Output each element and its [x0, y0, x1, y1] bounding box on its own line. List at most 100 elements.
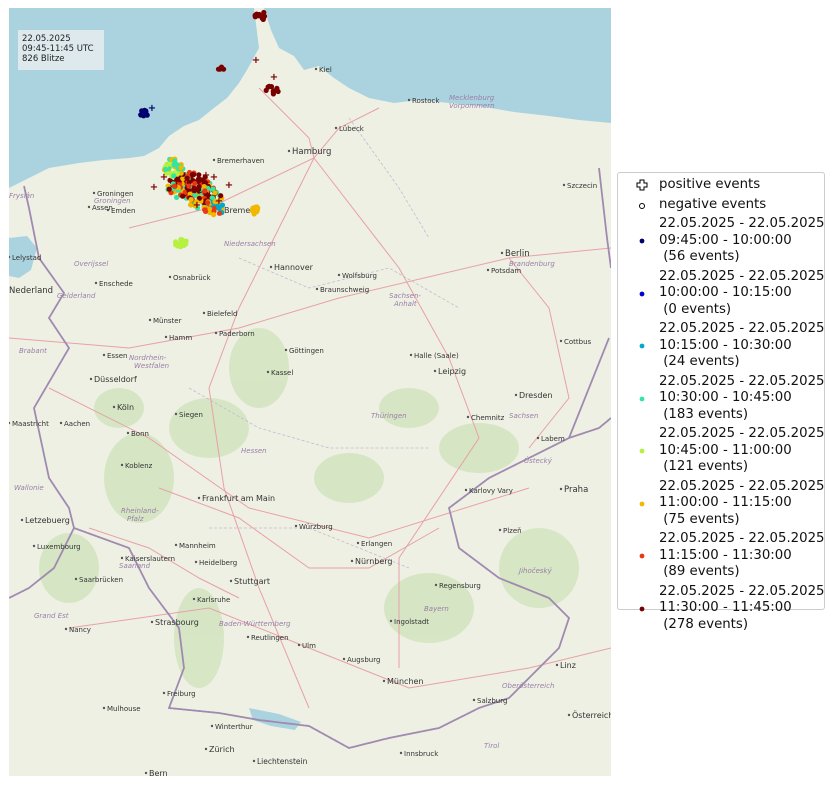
city-dot	[120, 463, 124, 467]
city-label: Linz	[560, 661, 576, 670]
plus-marker-icon	[636, 179, 648, 191]
city-dot	[559, 339, 563, 343]
legend: positive events negative events 22.05.20…	[617, 172, 825, 632]
legend-interval-time: 10:15:00 - 10:30:00	[659, 337, 792, 353]
city-label: Enschede	[99, 280, 133, 288]
lightning-strike	[216, 210, 223, 216]
legend-interval-events: (24 events)	[659, 354, 740, 369]
city-dot	[59, 421, 63, 425]
lightning-strike	[178, 237, 184, 243]
lightning-strike	[260, 16, 266, 22]
city-dot	[112, 405, 116, 409]
svg-text:Sachsen: Sachsen	[509, 412, 538, 420]
city-label: Maastricht	[12, 420, 49, 428]
city-label: Luxembourg	[37, 543, 81, 551]
city-dot	[162, 691, 166, 695]
city-label: Nürnberg	[355, 557, 393, 566]
svg-text:Sachsen-: Sachsen-	[389, 292, 421, 300]
svg-text:Vorpommern: Vorpommern	[449, 102, 495, 110]
city-dot	[204, 747, 208, 751]
city-dot	[350, 559, 354, 563]
legend-interval-time: 09:45:00 - 10:00:00	[659, 232, 792, 248]
city-dot	[148, 318, 152, 322]
city-label: Würzburg	[299, 523, 333, 531]
city-dot	[174, 543, 178, 547]
city-dot	[192, 597, 196, 601]
legend-interval-range: 22.05.2025 - 22.05.2025	[659, 583, 825, 599]
city-dot	[246, 635, 250, 639]
city-label: Chemnitz	[471, 414, 505, 422]
svg-text:Oberösterreich: Oberösterreich	[502, 682, 554, 690]
svg-text:Baden-Württemberg: Baden-Württemberg	[219, 620, 291, 628]
legend-positive-label: positive events	[659, 177, 761, 192]
city-label: Köln	[117, 403, 134, 412]
svg-text:Saarland: Saarland	[119, 562, 151, 570]
legend-interval-events: (89 events)	[659, 564, 740, 579]
legend-positive: positive events	[624, 177, 818, 194]
city-dot	[269, 265, 273, 269]
city-label: Osnabrück	[173, 274, 211, 282]
city-dot	[74, 577, 78, 581]
city-label: Nederland	[9, 286, 53, 296]
city-dot	[486, 268, 490, 272]
city-label: Innsbruck	[404, 750, 439, 758]
city-label: Bern	[149, 769, 168, 776]
city-dot	[337, 273, 341, 277]
lightning-strike	[202, 188, 208, 194]
info-time-range: 09:45-11:45 UTC	[22, 44, 94, 54]
city-dot	[87, 205, 91, 209]
city-label: Mannheim	[179, 542, 216, 550]
city-label: Nancy	[69, 626, 91, 634]
city-dot	[464, 488, 468, 492]
lightning-strike	[174, 194, 180, 200]
city-label: Bremerhaven	[217, 157, 264, 165]
city-dot	[229, 579, 233, 583]
city-label: Kiel	[319, 66, 332, 74]
city-dot	[334, 126, 338, 130]
city-dot	[92, 191, 96, 195]
legend-interval-1: 22.05.2025 - 22.05.2025 09:45:00 - 10:00:…	[624, 216, 825, 266]
city-label: Halle (Saale)	[414, 352, 459, 360]
city-dot	[562, 183, 566, 187]
city-dot	[472, 698, 476, 702]
lightning-strike	[202, 207, 208, 213]
city-label: Stuttgart	[234, 577, 270, 586]
city-label: Ulm	[302, 642, 316, 650]
city-label: Kaiserslautern	[125, 555, 175, 563]
positive-strike-marker: +	[202, 170, 210, 181]
legend-interval-time: 10:30:00 - 10:45:00	[659, 390, 792, 405]
city-dot	[389, 619, 393, 623]
city-dot	[409, 353, 413, 357]
lightning-strike	[211, 212, 217, 218]
lightning-strike	[189, 172, 195, 178]
svg-text:Brabant: Brabant	[19, 347, 47, 355]
legend-interval-events: (278 events)	[659, 616, 749, 632]
city-dot	[434, 583, 438, 587]
map-panel[interactable]: Mecklenburg Vorpommern Niedersachsen Sac…	[9, 8, 611, 776]
info-box: 22.05.2025 09:45-11:45 UTC 826 Blitze	[18, 30, 104, 70]
city-dot	[567, 713, 571, 717]
lightning-strike	[166, 186, 172, 192]
city-dot	[164, 335, 168, 339]
city-dot	[294, 524, 298, 528]
city-label: Hamburg	[292, 147, 331, 157]
city-label: Bielefeld	[207, 310, 237, 318]
city-dot	[126, 431, 130, 435]
positive-strike-marker: +	[252, 55, 260, 66]
city-label: Göttingen	[289, 347, 324, 355]
city-label: Heidelberg	[199, 559, 237, 567]
legend-interval-events: (56 events)	[659, 249, 740, 264]
lightning-strike	[171, 173, 177, 179]
lightning-strike	[274, 85, 280, 91]
city-dot	[144, 771, 148, 775]
legend-interval-time: 11:15:00 - 11:30:00	[659, 547, 792, 563]
svg-text:Ústecký: Ústecký	[524, 456, 553, 465]
city-label: Winterthur	[215, 723, 253, 731]
city-dot	[194, 560, 198, 564]
city-label: Zürich	[209, 745, 235, 754]
dot-marker-icon	[639, 553, 645, 559]
positive-strike-marker: +	[160, 172, 168, 183]
legend-intervals: 22.05.2025 - 22.05.2025 09:45:00 - 10:00:…	[624, 216, 825, 633]
svg-text:Tirol: Tirol	[484, 742, 499, 750]
svg-text:Anhalt: Anhalt	[393, 300, 417, 308]
